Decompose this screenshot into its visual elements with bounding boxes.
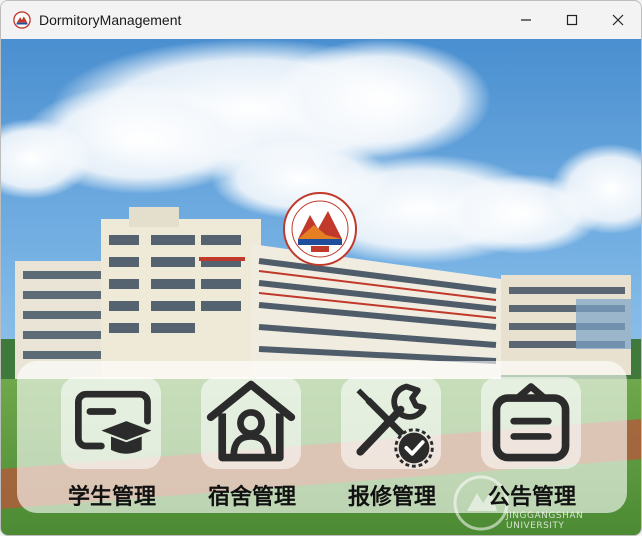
title-bar[interactable]: DormitoryManagement — [1, 1, 641, 39]
maximize-icon — [566, 14, 578, 26]
student-cap-icon — [75, 390, 152, 454]
close-icon — [612, 14, 624, 26]
repair-tools-icon — [356, 383, 434, 468]
app-window: DormitoryManagement JINGGANGSHAN UNIVERS… — [0, 0, 642, 536]
menu-panel: 学生管理 宿舍管理 报修管理 公告管理 — [17, 361, 627, 513]
main-content: JINGGANGSHAN UNIVERSITY 学生管理 宿舍管理 报修管理 公… — [1, 39, 641, 535]
watermark-text: JINGGANGSHAN UNIVERSITY — [506, 511, 584, 531]
house-person-icon — [206, 380, 296, 462]
menu-label-notice: 公告管理 — [487, 484, 576, 510]
window-title: DormitoryManagement — [39, 12, 182, 28]
menu-tile-student[interactable]: 学生管理 — [17, 361, 161, 513]
menu-tile-repair[interactable]: 报修管理 — [297, 361, 441, 513]
notice-board-icon — [492, 383, 570, 462]
minimize-button[interactable] — [503, 1, 549, 39]
minimize-icon — [521, 19, 531, 21]
menu-tile-dormitory[interactable]: 宿舍管理 — [157, 361, 301, 513]
close-button[interactable] — [595, 1, 641, 39]
maximize-button[interactable] — [549, 1, 595, 39]
menu-tile-notice[interactable]: 公告管理 — [437, 361, 581, 513]
app-logo-icon — [13, 11, 31, 29]
